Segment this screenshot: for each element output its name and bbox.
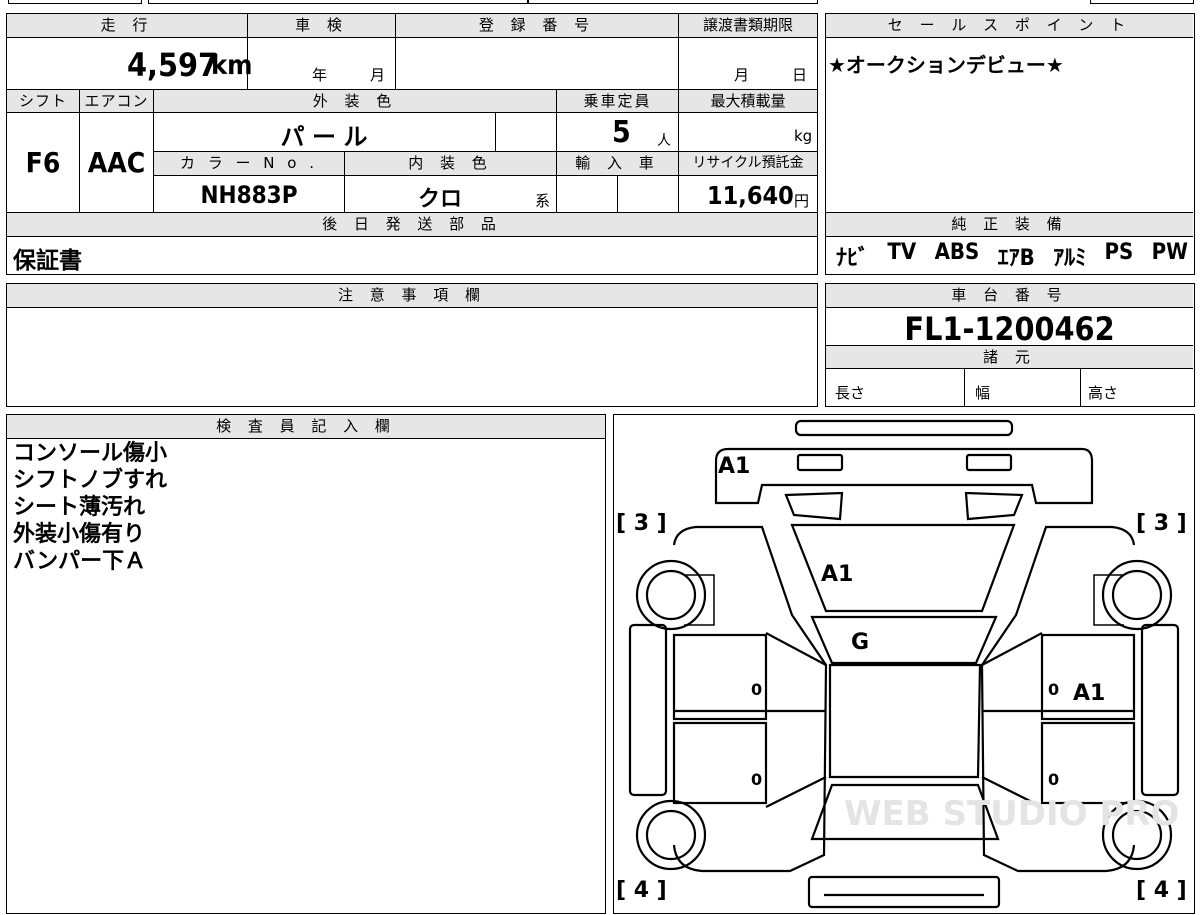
equipment-item-pw: PW bbox=[1151, 240, 1188, 265]
shift-header: シフト bbox=[7, 90, 79, 112]
remark-line: シート薄汚れ bbox=[13, 495, 146, 520]
sales-point-value: ★オークションデビュー★ bbox=[828, 53, 1064, 77]
inspection-year-unit: 年 bbox=[312, 66, 328, 84]
remark-line: シフトノブすれ bbox=[13, 468, 168, 493]
equipment-item-ps: PS bbox=[1104, 240, 1134, 265]
damage-mark-windshield: G bbox=[851, 630, 869, 655]
watermark: WEB STUDIO PRO bbox=[844, 794, 1179, 834]
top-clipped-box-far bbox=[1090, 0, 1194, 4]
remark-line: コンソール傷小 bbox=[13, 441, 168, 466]
equipment-item-airbag: ｴｱB bbox=[997, 246, 1035, 271]
capacity-unit: 人 bbox=[657, 133, 671, 149]
transfer-deadline-header: 譲渡書類期限 bbox=[679, 14, 817, 37]
inspector-header: 検 査 員 記 入 欄 bbox=[7, 415, 605, 438]
interior-color-value: クロ bbox=[417, 187, 462, 212]
transfer-day-unit: 日 bbox=[792, 66, 808, 84]
equipment-list: ﾅﾋﾞ TV ABS ｴｱB ｱﾙﾐ PS PW bbox=[836, 240, 1188, 272]
notes-box: 注 意 事 項 欄 bbox=[6, 283, 818, 407]
spec-width-label: 幅 bbox=[975, 384, 991, 402]
ac-header: エアコン bbox=[80, 90, 153, 112]
color-no-header: カ ラ ー N o . bbox=[154, 152, 344, 175]
interior-suffix: 系 bbox=[535, 192, 551, 210]
transfer-month-unit: 月 bbox=[734, 66, 750, 84]
max-load-header: 最大積載量 bbox=[679, 90, 817, 112]
recycle-header: リサイクル預託金 bbox=[679, 152, 817, 175]
mileage-value: 4,597 bbox=[127, 46, 219, 84]
remark-line: バンパー下Ａ bbox=[13, 549, 147, 574]
capacity-value: 5 bbox=[612, 115, 631, 150]
equipment-item-alloy: ｱﾙﾐ bbox=[1053, 246, 1087, 271]
damage-mark-right-door: A1 bbox=[1073, 681, 1105, 706]
inspector-box: 検 査 員 記 入 欄 コンソール傷小 シフトノブすれ シート薄汚れ 外装小傷有… bbox=[6, 414, 606, 914]
tire-tread-rear-right: [ 4 ] bbox=[1136, 878, 1187, 903]
door-zero-fr: 0 bbox=[1048, 680, 1059, 699]
parts-header: 後 日 発 送 部 品 bbox=[7, 213, 817, 236]
chassis-box: 車 台 番 号 FL1-1200462 諸 元 長さ 幅 高さ bbox=[825, 283, 1195, 407]
inspection-month-unit: 月 bbox=[370, 66, 386, 84]
door-zero-rl: 0 bbox=[751, 770, 762, 789]
registration-header: 登 録 番 号 bbox=[396, 14, 678, 37]
equipment-header: 純 正 装 備 bbox=[826, 213, 1193, 236]
spec-length-label: 長さ bbox=[835, 384, 866, 402]
top-clipped-box-right bbox=[528, 0, 818, 4]
sales-point-box: セ ー ル ス ポ イ ン ト ★オークションデビュー★ 純 正 装 備 ﾅﾋﾞ… bbox=[825, 13, 1195, 275]
color-no-value: NH883P bbox=[200, 181, 298, 209]
top-clipped-box-left bbox=[8, 0, 142, 4]
mileage-header: 走 行 bbox=[7, 14, 247, 37]
max-load-unit: kg bbox=[794, 127, 813, 145]
remark-line: 外装小傷有り bbox=[13, 522, 146, 547]
chassis-value: FL1-1200462 bbox=[904, 310, 1115, 348]
tire-tread-front-right: [ 3 ] bbox=[1136, 511, 1187, 536]
door-zero-rr: 0 bbox=[1048, 770, 1059, 789]
sales-point-header: セ ー ル ス ポ イ ン ト bbox=[826, 14, 1193, 37]
chassis-header: 車 台 番 号 bbox=[826, 284, 1193, 307]
import-header: 輸 入 車 bbox=[557, 152, 678, 175]
top-clipped-box-mid bbox=[148, 0, 528, 4]
recycle-unit: 円 bbox=[794, 192, 810, 210]
car-diagram-box: A1 A1 G A1 [ 3 ] [ 3 ] [ 4 ] [ 4 ] 0 0 0… bbox=[613, 414, 1195, 914]
ac-value: AAC bbox=[87, 146, 146, 179]
tire-tread-front-left: [ 3 ] bbox=[616, 511, 667, 536]
damage-mark-front-bumper: A1 bbox=[718, 454, 750, 479]
specs-header: 諸 元 bbox=[826, 346, 1193, 368]
equipment-item-abs: ABS bbox=[934, 240, 980, 265]
exterior-color-value: パ ー ル bbox=[280, 123, 368, 151]
damage-mark-hood: A1 bbox=[821, 562, 853, 587]
tire-tread-rear-left: [ 4 ] bbox=[616, 878, 667, 903]
equipment-item-tv: TV bbox=[887, 240, 917, 265]
inspection-header: 車 検 bbox=[248, 14, 395, 37]
inspector-remarks: コンソール傷小 シフトノブすれ シート薄汚れ 外装小傷有り バンパー下Ａ bbox=[13, 440, 167, 575]
door-zero-fl: 0 bbox=[751, 680, 762, 699]
spec-height-label: 高さ bbox=[1088, 384, 1119, 402]
capacity-header: 乗車定員 bbox=[557, 90, 678, 112]
parts-value: 保証書 bbox=[13, 248, 82, 274]
equipment-item-navi: ﾅﾋﾞ bbox=[836, 246, 870, 271]
exterior-color-header: 外 装 色 bbox=[154, 90, 556, 112]
interior-color-header: 内 装 色 bbox=[345, 152, 556, 175]
vehicle-info-table: 走 行 車 検 登 録 番 号 譲渡書類期限 4,597 km 年 月 月 日 … bbox=[6, 13, 818, 275]
recycle-value: 11,640 bbox=[707, 181, 794, 210]
shift-value: F6 bbox=[25, 146, 61, 179]
car-diagram: A1 A1 G A1 [ 3 ] [ 3 ] [ 4 ] [ 4 ] 0 0 0… bbox=[616, 419, 1187, 909]
notes-header: 注 意 事 項 欄 bbox=[7, 284, 817, 307]
